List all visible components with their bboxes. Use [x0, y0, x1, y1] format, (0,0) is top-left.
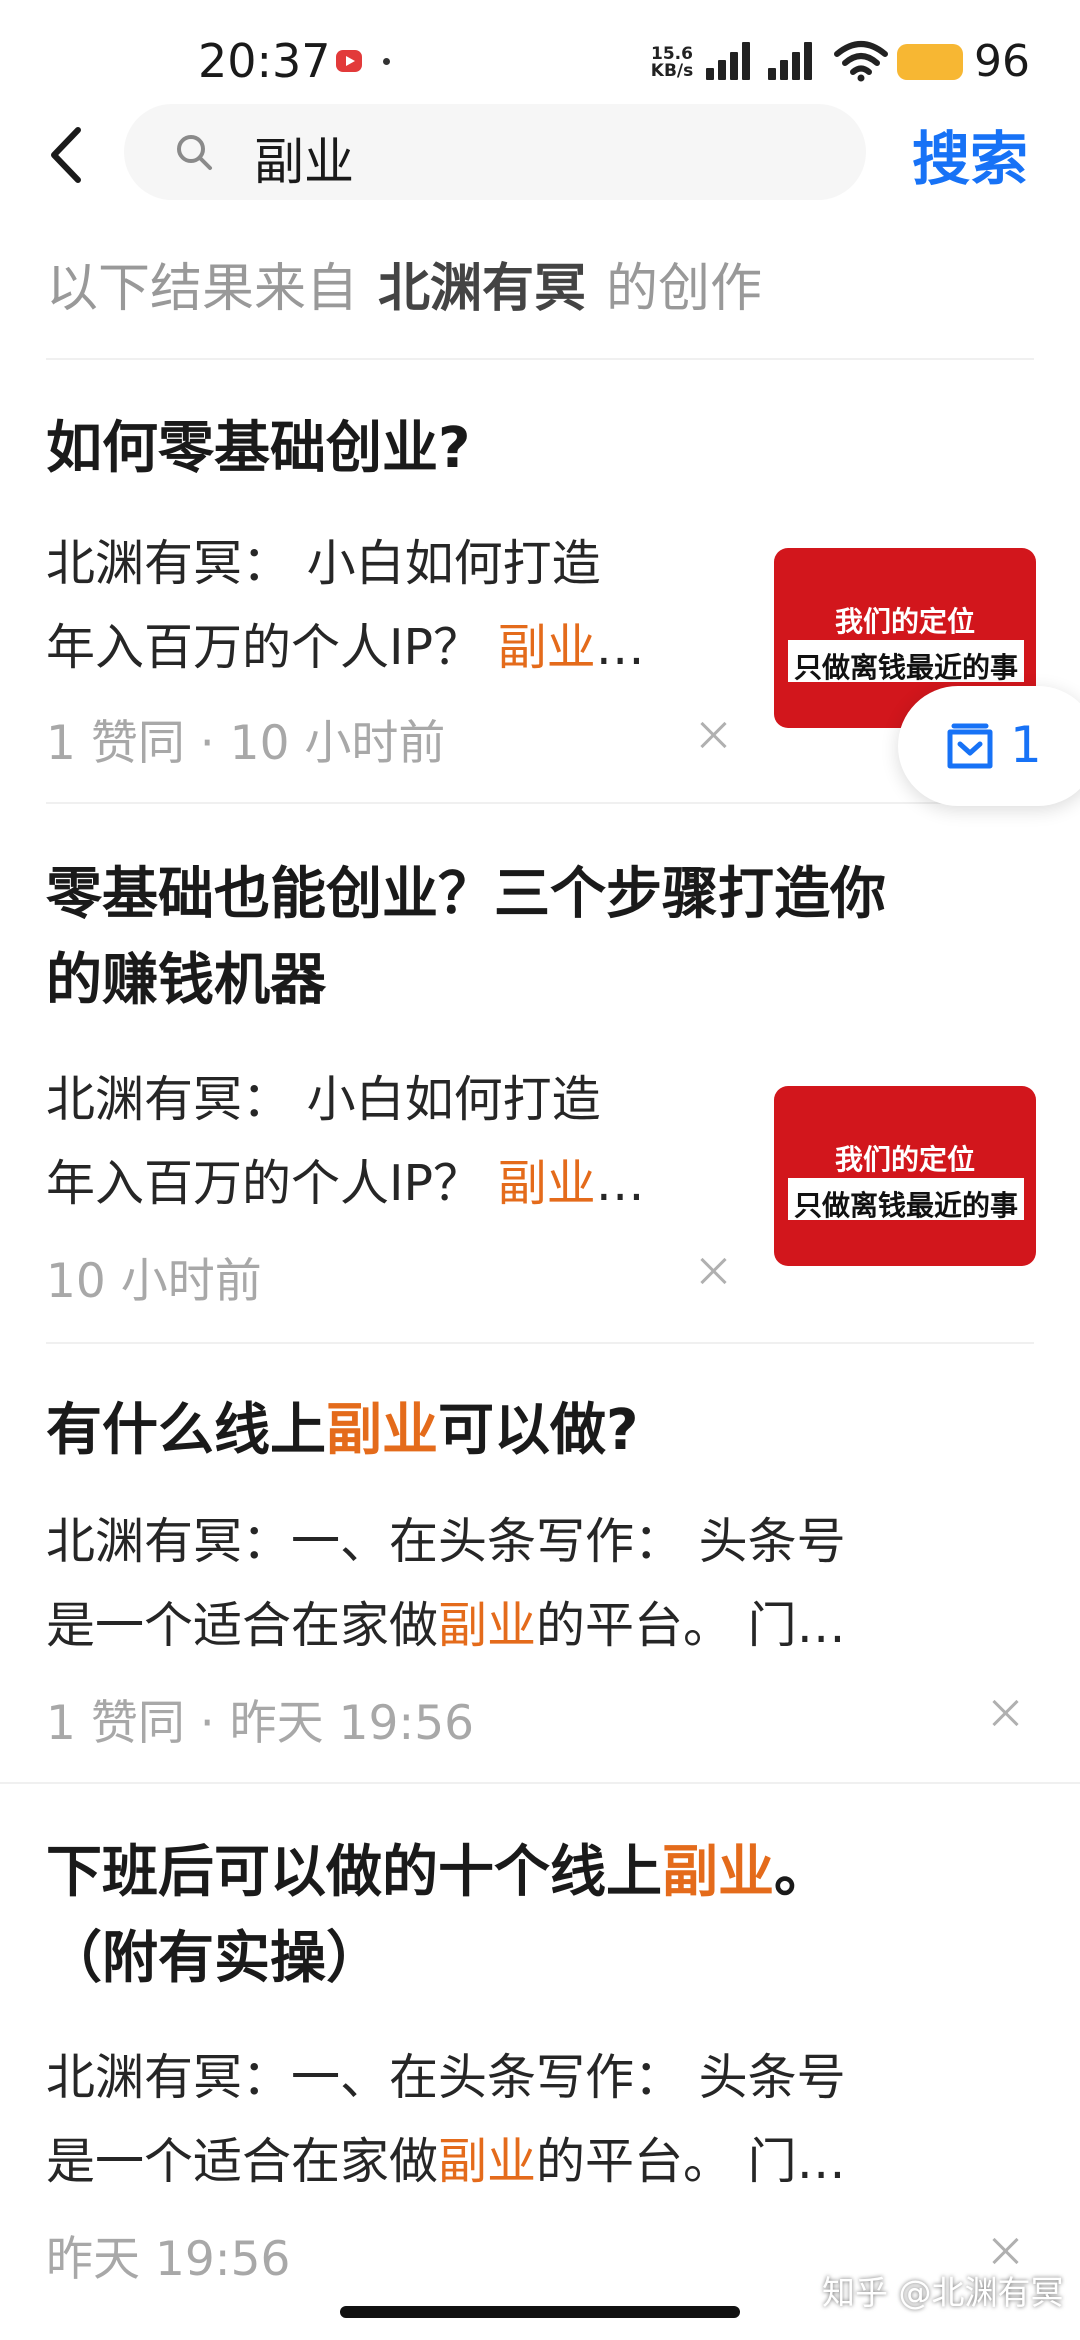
- divider: [46, 358, 1034, 360]
- search-icon: [177, 135, 212, 170]
- thumbnail-text: 我们的定位: [834, 605, 975, 638]
- notification-dot-icon: [383, 58, 390, 65]
- signal-icon: [706, 42, 754, 80]
- result-title[interactable]: 下班后可以做的十个线上副业。 （附有实操）: [46, 1830, 1036, 2002]
- status-time: 20:37: [198, 34, 331, 88]
- excerpt-line: 北渊有冥： 小白如何打造: [46, 1071, 601, 1128]
- keyword-highlight: 副业: [438, 1597, 537, 1654]
- keyword-highlight: 副业: [497, 619, 596, 676]
- result-meta: 1 赞同 · 昨天 19:56: [46, 1696, 475, 1751]
- home-indicator[interactable]: [340, 2306, 740, 2318]
- result-excerpt[interactable]: 北渊有冥：一、在头条写作： 头条号 是一个适合在家做副业的平台。 门…: [46, 1500, 846, 1668]
- floating-count: 1: [1010, 716, 1042, 774]
- inbox-icon: [947, 723, 993, 769]
- result-title[interactable]: 如何零基础创业?: [46, 406, 1036, 492]
- excerpt-line: 北渊有冥：一、在头条写作： 头条号: [46, 2049, 846, 2106]
- thumbnail-text: 只做离钱最近的事: [793, 651, 1018, 684]
- excerpt-line: 北渊有冥：一、在头条写作： 头条号: [46, 1513, 846, 1570]
- net-speed-unit: KB/s: [650, 61, 694, 81]
- battery-icon: [897, 44, 963, 80]
- result-title[interactable]: 有什么线上副业可以做?: [46, 1388, 1036, 1474]
- status-bar: 20:37 15.6 KB/s 96: [0, 0, 1080, 110]
- result-meta: 10 小时前: [46, 1254, 262, 1309]
- result-source: 以下结果来自 北渊有冥 的创作: [46, 246, 762, 321]
- result-excerpt[interactable]: 北渊有冥： 小白如何打造 年入百万的个人IP？ 副业…: [46, 522, 645, 690]
- record-icon: [336, 50, 362, 72]
- dismiss-icon[interactable]: [696, 718, 730, 752]
- signal-icon: [768, 42, 816, 80]
- back-icon[interactable]: [40, 122, 100, 188]
- keyword-highlight: 副业: [438, 2133, 537, 2190]
- source-suffix: 的创作: [606, 259, 763, 319]
- result-excerpt[interactable]: 北渊有冥：一、在头条写作： 头条号 是一个适合在家做副业的平台。 门…: [46, 2036, 846, 2204]
- search-button[interactable]: 搜索: [912, 112, 1028, 196]
- keyword-highlight: 副业: [497, 1155, 596, 1212]
- source-author[interactable]: 北渊有冥: [378, 259, 586, 319]
- watermark: 知乎 @北渊有冥: [822, 2273, 1064, 2312]
- floating-inbox-button[interactable]: 1: [898, 686, 1080, 806]
- excerpt-line: 是一个适合在家做副业的平台。 门…: [46, 1597, 846, 1654]
- result-thumbnail[interactable]: 我们的定位 只做离钱最近的事: [774, 1086, 1036, 1266]
- search-header: 副业 搜索: [0, 100, 1080, 210]
- thumbnail-text: 我们的定位: [834, 1143, 975, 1176]
- dismiss-icon[interactable]: [988, 2234, 1022, 2268]
- result-meta: 1 赞同 · 10 小时前: [46, 716, 446, 771]
- excerpt-line: 年入百万的个人IP？ 副业…: [46, 1155, 645, 1212]
- excerpt-line: 年入百万的个人IP？ 副业…: [46, 619, 645, 676]
- net-speed: 15.6 KB/s: [644, 46, 700, 80]
- result-excerpt[interactable]: 北渊有冥： 小白如何打造 年入百万的个人IP？ 副业…: [46, 1058, 645, 1226]
- battery-level: 96: [974, 36, 1030, 87]
- keyword-highlight: 副业: [326, 1398, 438, 1463]
- search-input[interactable]: 副业: [124, 104, 866, 200]
- result-meta: 昨天 19:56: [46, 2232, 291, 2287]
- excerpt-line: 北渊有冥： 小白如何打造: [46, 535, 601, 592]
- wifi-icon: [834, 41, 888, 82]
- divider: [46, 802, 1034, 804]
- result-title[interactable]: 零基础也能创业？三个步骤打造你 的赚钱机器: [46, 852, 1036, 1024]
- keyword-highlight: 副业: [662, 1840, 774, 1905]
- divider: [46, 1342, 1034, 1344]
- excerpt-line: 是一个适合在家做副业的平台。 门…: [46, 2133, 846, 2190]
- source-prefix: 以下结果来自: [46, 259, 359, 319]
- dismiss-icon[interactable]: [988, 1696, 1022, 1730]
- thumbnail-text: 只做离钱最近的事: [793, 1189, 1018, 1222]
- search-query: 副业: [254, 133, 354, 191]
- divider: [0, 1782, 1080, 1784]
- dismiss-icon[interactable]: [696, 1254, 730, 1288]
